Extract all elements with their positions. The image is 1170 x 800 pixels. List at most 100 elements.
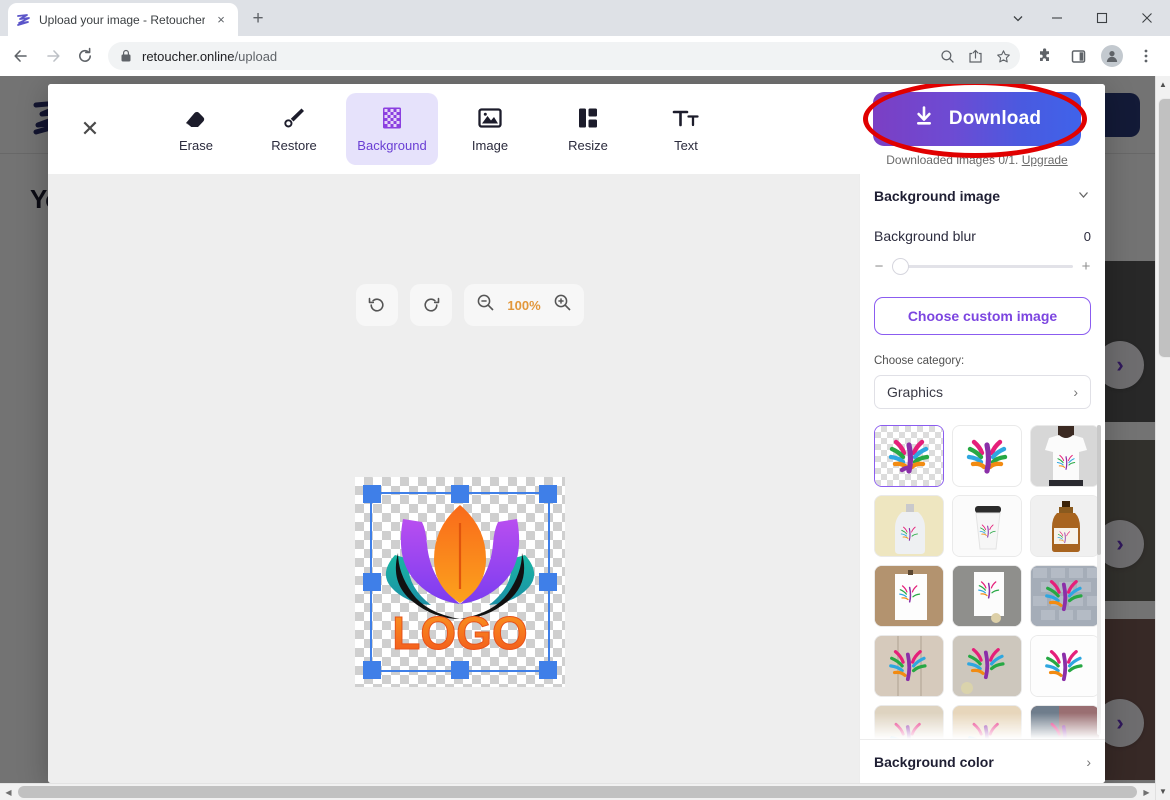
thumbnail-scrollbar[interactable]: [1097, 425, 1101, 735]
chevron-right-icon[interactable]: ›: [1086, 754, 1091, 770]
artwork-text: LOGO: [392, 607, 527, 659]
tool-label: Erase: [179, 137, 213, 153]
scroll-up-arrow[interactable]: ▲: [1156, 76, 1170, 93]
tool-list: Erase Restore Background Image Resize Te…: [150, 93, 732, 165]
thumb-heart-swirl-bottle[interactable]: [874, 495, 944, 557]
zoom-level: 100%: [507, 297, 541, 313]
vertical-scrollbar-thumb[interactable]: [1158, 98, 1170, 358]
minimize-button[interactable]: [1034, 0, 1079, 36]
thumb-heart-swirl-transparent[interactable]: [874, 425, 944, 487]
chevron-down-icon[interactable]: [1076, 187, 1091, 205]
tool-label: Resize: [568, 137, 608, 153]
tool-restore[interactable]: Restore: [248, 93, 340, 165]
scroll-left-arrow[interactable]: ◀: [0, 784, 17, 800]
page-vertical-scrollbar[interactable]: ▲ ▼: [1155, 76, 1170, 800]
scroll-right-arrow[interactable]: ▶: [1138, 784, 1155, 800]
thumb-heart-swirl-tshirt[interactable]: [1030, 425, 1100, 487]
background-blur-slider[interactable]: − +: [874, 258, 1091, 275]
section-title: Background image: [874, 188, 1001, 204]
editor-body: 100% LOGO Background image Background bl…: [48, 174, 1105, 783]
thumb-heart-swirl-white[interactable]: [952, 425, 1022, 487]
background-panel: Background image Background blur 0 − + C…: [859, 174, 1105, 783]
background-blur-row: Background blur 0: [874, 218, 1091, 244]
slider-decrease-button[interactable]: −: [874, 258, 884, 275]
thumb-heart-swirl-planks[interactable]: [874, 635, 944, 697]
avatar: [1101, 45, 1123, 67]
tan-mockup: [953, 706, 1021, 739]
slider-knob[interactable]: [892, 258, 909, 275]
beige-mockup: [875, 706, 943, 739]
tool-label: Text: [674, 137, 698, 153]
address-bar[interactable]: retoucher.online/upload: [108, 42, 1020, 70]
chevron-right-icon[interactable]: ›: [1073, 384, 1078, 400]
maximize-button[interactable]: [1079, 0, 1124, 36]
tab-close-icon[interactable]: ×: [212, 11, 230, 29]
zoom-control: 100%: [464, 284, 584, 326]
category-value: Graphics: [887, 384, 944, 400]
thumb-heart-swirl-amber-bottle[interactable]: [1030, 495, 1100, 557]
background-thumbnail-grid: [874, 425, 1101, 739]
thumb-heart-swirl-beige[interactable]: [874, 705, 944, 739]
upgrade-link[interactable]: Upgrade: [1022, 153, 1068, 167]
thumb-heart-swirl-concrete[interactable]: [952, 635, 1022, 697]
thumb-heart-swirl-plain-white[interactable]: [1030, 635, 1100, 697]
wood-frame-mockup: [875, 566, 943, 626]
back-button[interactable]: [6, 41, 36, 71]
thumb-heart-swirl-frame-stone[interactable]: [952, 565, 1022, 627]
slider-increase-button[interactable]: +: [1081, 258, 1091, 275]
choose-custom-image-button[interactable]: Choose custom image: [874, 297, 1091, 335]
panel-scroll-area[interactable]: Background blur 0 − + Choose custom imag…: [860, 218, 1105, 739]
chrome-menu-icon[interactable]: [1130, 41, 1162, 71]
tshirt-mockup: [1031, 426, 1099, 486]
thumb-heart-swirl-coffee-cup[interactable]: [952, 495, 1022, 557]
redo-arrow-icon[interactable]: [410, 284, 452, 326]
chevron-down-icon[interactable]: [1002, 3, 1034, 33]
browser-tab[interactable]: Upload your image - Retoucher.O ×: [8, 3, 238, 36]
plain-white-mockup: [1031, 636, 1099, 696]
download-button[interactable]: Download: [873, 91, 1081, 146]
url-text: retoucher.online/upload: [142, 49, 926, 64]
tool-erase[interactable]: Erase: [150, 93, 242, 165]
new-tab-button[interactable]: +: [244, 5, 272, 33]
tool-text[interactable]: Text: [640, 93, 732, 165]
profile-avatar-icon[interactable]: [1096, 41, 1128, 71]
background-image-section-header[interactable]: Background image: [860, 174, 1105, 218]
thumb-heart-swirl-tan[interactable]: [952, 705, 1022, 739]
zoom-out-icon[interactable]: [476, 293, 495, 317]
share-icon[interactable]: [962, 43, 988, 69]
tool-image[interactable]: Image: [444, 93, 536, 165]
brush-icon: [281, 106, 307, 130]
slider-track[interactable]: [892, 258, 1073, 275]
thumbnail-scrollbar-thumb[interactable]: [1097, 425, 1101, 555]
heart-swirl-art: [953, 426, 1021, 486]
zoom-in-icon[interactable]: [553, 293, 572, 317]
thumb-heart-swirl-frame-wood[interactable]: [874, 565, 944, 627]
undo-arrow-icon[interactable]: [356, 284, 398, 326]
extensions-puzzle-icon[interactable]: [1028, 41, 1060, 71]
reload-button[interactable]: [70, 41, 100, 71]
resize-layout-icon: [576, 106, 600, 130]
editor-canvas[interactable]: 100% LOGO: [48, 174, 859, 783]
tool-resize[interactable]: Resize: [542, 93, 634, 165]
thumb-heart-swirl-fabric[interactable]: [1030, 705, 1100, 739]
scroll-down-arrow[interactable]: ▼: [1156, 783, 1170, 800]
artboard[interactable]: LOGO: [355, 477, 565, 687]
category-select[interactable]: Graphics ›: [874, 375, 1091, 409]
horizontal-scrollbar-thumb[interactable]: [18, 786, 1137, 798]
window-controls: [1002, 0, 1170, 36]
concrete-mockup: [953, 636, 1021, 696]
omnibox-icons: [934, 43, 1016, 69]
forward-button[interactable]: [38, 41, 68, 71]
close-window-button[interactable]: [1124, 0, 1170, 36]
tool-background[interactable]: Background: [346, 93, 438, 165]
bookmark-star-icon[interactable]: [990, 43, 1016, 69]
page-horizontal-scrollbar[interactable]: ◀ ▶: [0, 783, 1155, 800]
background-color-section-header[interactable]: Background color ›: [860, 739, 1105, 783]
stone-frame-mockup: [953, 566, 1021, 626]
close-editor-button[interactable]: ✕: [70, 109, 110, 149]
tool-label: Background: [357, 137, 427, 153]
side-panel-icon[interactable]: [1062, 41, 1094, 71]
thumb-heart-swirl-tiles[interactable]: [1030, 565, 1100, 627]
canvas-controls: 100%: [356, 284, 584, 326]
search-icon[interactable]: [934, 43, 960, 69]
